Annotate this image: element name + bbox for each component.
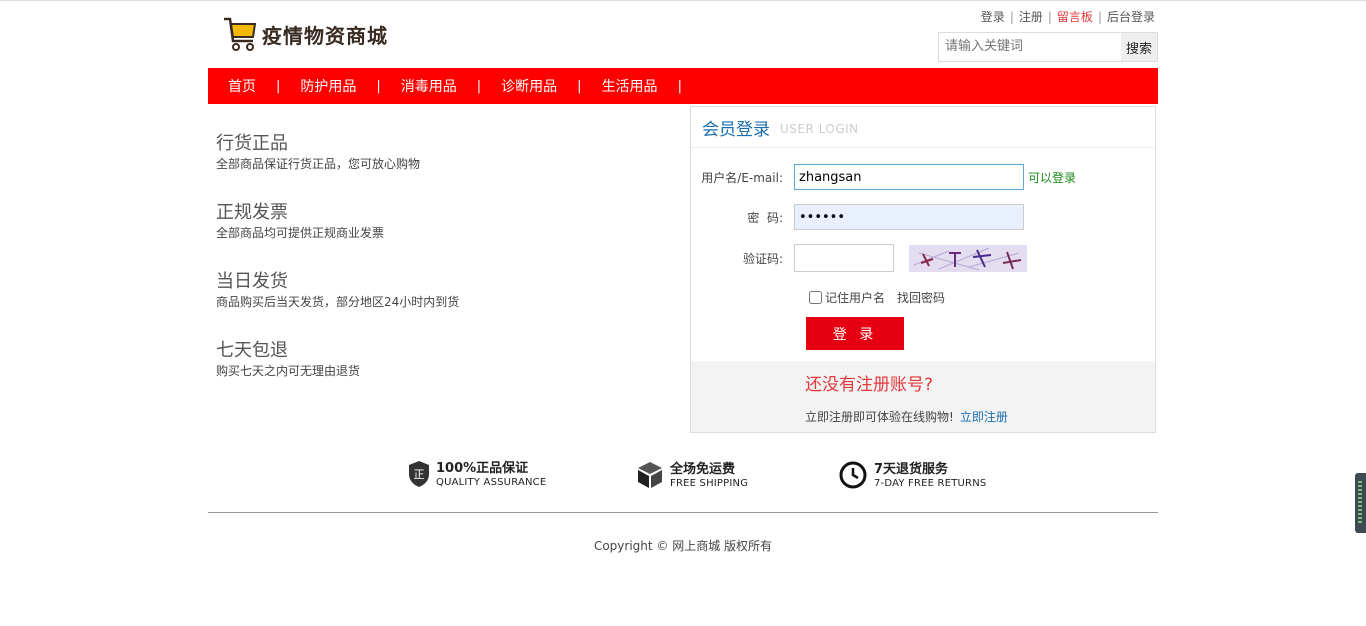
scrollbar-handle[interactable] xyxy=(1355,473,1366,533)
feature-item: 正规发票 全部商品均可提供正规商业发票 xyxy=(216,199,656,268)
feature-item: 行货正品 全部商品保证行货正品，您可放心购物 xyxy=(216,130,656,199)
login-title-en: USER LOGIN xyxy=(780,121,859,136)
password-label: 密 码: xyxy=(747,210,783,225)
service-title: 全场免运费 xyxy=(670,461,736,477)
separator: | xyxy=(1047,10,1052,24)
svg-text:正: 正 xyxy=(414,468,425,481)
main-nav: 首页 | 防护用品 | 消毒用品 | 诊断用品 | 生活用品 | xyxy=(208,68,1158,104)
footer-divider xyxy=(208,512,1158,513)
service-subtitle: QUALITY ASSURANCE xyxy=(436,476,547,488)
register-box: 还没有注册账号? 立即注册即可体验在线购物! 立即注册 xyxy=(691,361,1155,432)
nav-separator: | xyxy=(677,78,682,94)
separator: | xyxy=(1009,10,1014,24)
register-desc: 立即注册即可体验在线购物! 立即注册 xyxy=(805,408,1008,425)
register-now-link[interactable]: 立即注册 xyxy=(960,410,1008,424)
separator: | xyxy=(1097,10,1102,24)
feature-title: 七天包退 xyxy=(216,340,288,361)
login-panel: 会员登录 USER LOGIN 用户名/E-mail: 可以登录 密 码: 验证… xyxy=(690,106,1156,433)
remember-checkbox[interactable] xyxy=(809,291,822,304)
feature-item: 当日发货 商品购买后当天发货，部分地区24小时内到货 xyxy=(216,268,656,337)
feature-title: 当日发货 xyxy=(216,271,288,292)
service-title: 7天退货服务 xyxy=(874,461,949,477)
feature-item: 七天包退 购买七天之内可无理由退货 xyxy=(216,337,656,406)
logo-text: 疫情物资商城 xyxy=(262,23,388,48)
message-board-link[interactable]: 留言板 xyxy=(1057,10,1093,24)
shield-icon: 正 xyxy=(409,461,429,487)
captcha-label: 验证码: xyxy=(742,251,783,266)
login-title: 会员登录 xyxy=(702,119,770,140)
remember-row: 记住用户名 找回密码 xyxy=(809,289,945,306)
service-item: 正 100%正品保证 QUALITY ASSURANCE xyxy=(408,460,546,488)
username-label: 用户名/E-mail: xyxy=(701,170,783,185)
username-row: 用户名/E-mail: 可以登录 xyxy=(691,164,1076,190)
nav-item-protection[interactable]: 防护用品 xyxy=(280,76,376,96)
logo[interactable]: 疫情物资商城 xyxy=(222,14,388,54)
login-button[interactable]: 登 录 xyxy=(806,317,904,350)
feature-title: 行货正品 xyxy=(216,133,288,154)
login-header: 会员登录 USER LOGIN xyxy=(691,107,1155,148)
nav-item-disinfection[interactable]: 消毒用品 xyxy=(381,76,477,96)
nav-item-diagnosis[interactable]: 诊断用品 xyxy=(481,76,577,96)
nav-item-daily[interactable]: 生活用品 xyxy=(582,76,678,96)
register-link[interactable]: 注册 xyxy=(1019,10,1043,24)
register-desc-text: 立即注册即可体验在线购物! xyxy=(805,410,954,424)
search-input[interactable] xyxy=(939,33,1121,59)
service-subtitle: FREE SHIPPING xyxy=(670,477,749,489)
search-button[interactable]: 搜索 xyxy=(1121,33,1157,61)
feature-title: 正规发票 xyxy=(216,202,288,223)
password-input[interactable] xyxy=(794,204,1024,230)
shopping-cart-icon xyxy=(224,17,257,51)
search-box: 搜索 xyxy=(938,32,1158,62)
feature-list: 行货正品 全部商品保证行货正品，您可放心购物 正规发票 全部商品均可提供正规商业… xyxy=(216,130,656,406)
nav-item-home[interactable]: 首页 xyxy=(208,76,276,96)
feature-desc: 全部商品均可提供正规商业发票 xyxy=(216,226,385,240)
forgot-password-link[interactable]: 找回密码 xyxy=(897,289,945,306)
captcha-row: 验证码: xyxy=(691,244,1027,272)
top-links: 登录 | 注册 | 留言板 | 后台登录 xyxy=(978,8,1158,25)
admin-login-link[interactable]: 后台登录 xyxy=(1107,10,1155,24)
clock-icon xyxy=(839,461,867,489)
password-row: 密 码: xyxy=(691,204,1024,230)
username-input[interactable] xyxy=(794,164,1024,190)
login-link[interactable]: 登录 xyxy=(981,10,1005,24)
no-account-text: 还没有注册账号? xyxy=(805,375,934,395)
captcha-image[interactable] xyxy=(909,244,1027,272)
service-title: 100%正品保证 xyxy=(436,460,529,476)
service-subtitle: 7-DAY FREE RETURNS xyxy=(874,477,987,489)
remember-label[interactable]: 记住用户名 xyxy=(825,289,885,306)
username-status: 可以登录 xyxy=(1028,170,1077,185)
copyright: Copyright © 网上商城 版权所有 xyxy=(593,539,773,553)
box-icon xyxy=(638,462,662,488)
feature-desc: 全部商品保证行货正品，您可放心购物 xyxy=(216,157,421,171)
captcha-input[interactable] xyxy=(794,244,894,272)
feature-desc: 购买七天之内可无理由退货 xyxy=(216,364,361,378)
header: 疫情物资商城 登录 | 注册 | 留言板 | 后台登录 搜索 xyxy=(208,0,1158,68)
feature-desc: 商品购买后当天发货，部分地区24小时内到货 xyxy=(216,295,460,309)
service-item: 全场免运费 FREE SHIPPING xyxy=(636,460,748,490)
service-strip: 正 100%正品保证 QUALITY ASSURANCE 全场免运费 FREE … xyxy=(408,460,1008,492)
service-item: 7天退货服务 7-DAY FREE RETURNS xyxy=(838,460,986,490)
